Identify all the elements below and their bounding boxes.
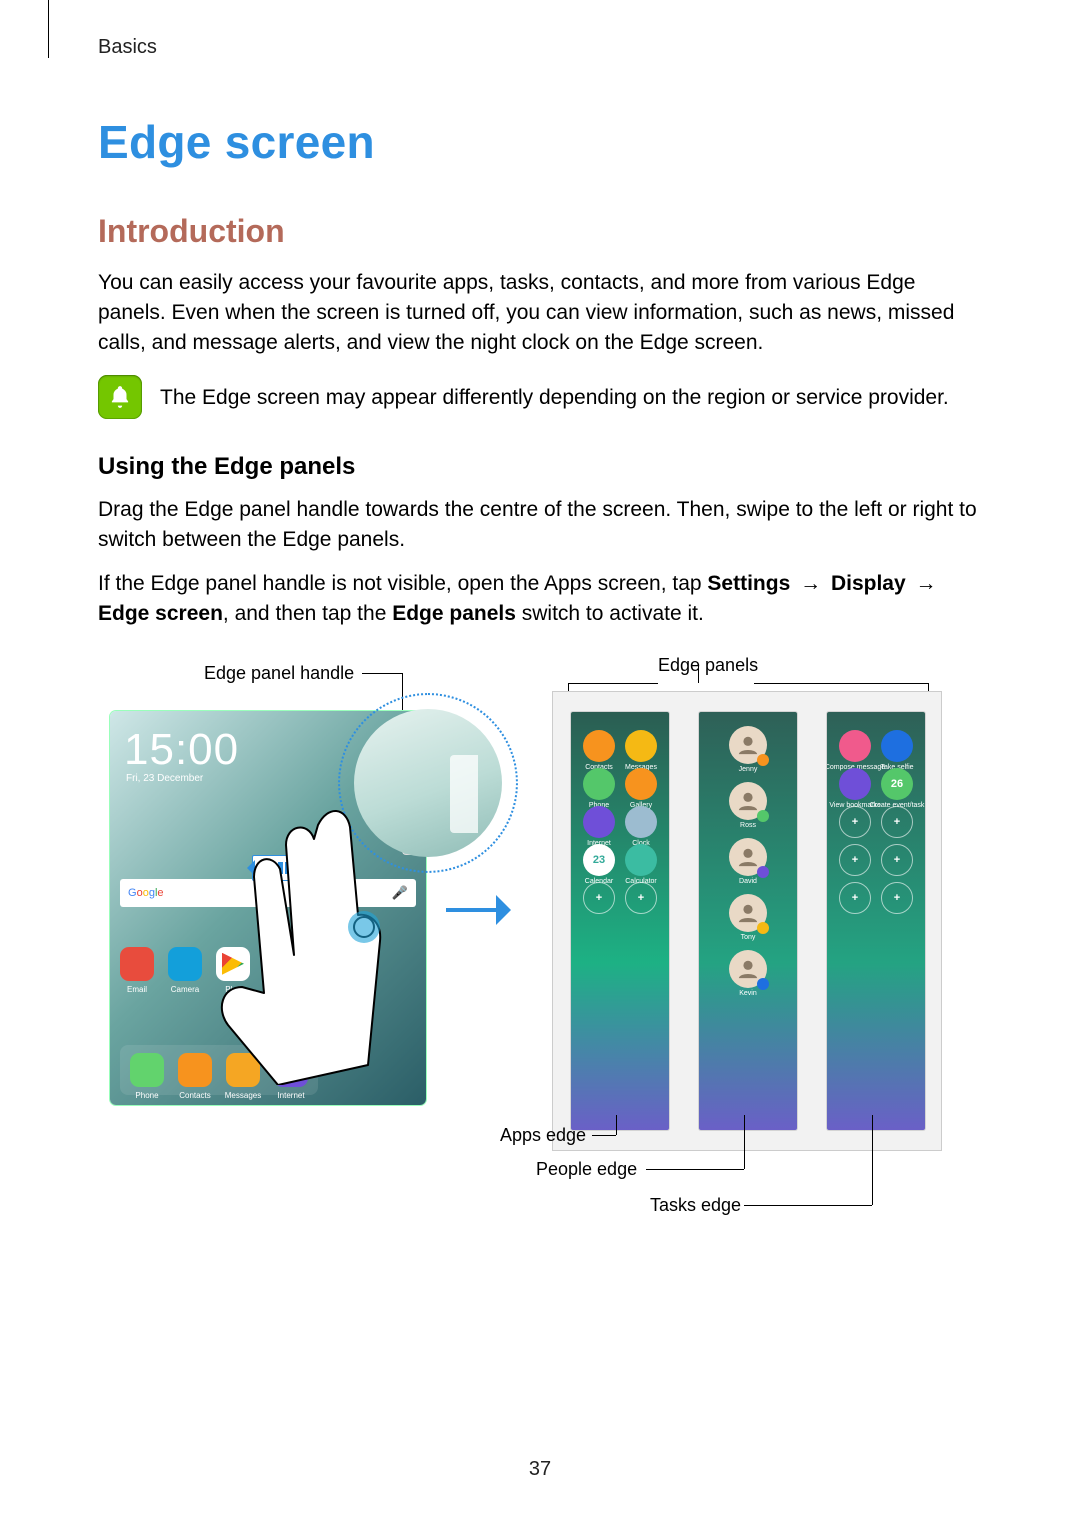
leader-line [744,1115,745,1169]
home-app-icon: Phone [130,1053,164,1087]
bell-icon [98,375,142,419]
phone-screenshot: 15:00 Fri, 23 December Google 🎤 Email Cam… [110,711,426,1105]
home-app-icon: Email [120,947,154,981]
nav-mid: , and then tap the [223,602,392,625]
page-content: Basics Edge screen Introduction You can … [0,0,1080,1225]
callout-edge-panels: Edge panels [658,655,758,676]
tasks-edge-panel: Compose message Take selfie View bookmarks… [827,712,925,1130]
page-number: 37 [0,1458,1080,1481]
panel-chip: View bookmarks [839,768,871,800]
leader-line [744,1205,872,1206]
note-block: The Edge screen may appear differently d… [98,375,982,419]
phone-clock: 15:00 [124,725,239,775]
nav-post: switch to activate it. [516,602,704,625]
panel-chip: + [583,882,615,914]
leader-line [592,1135,616,1136]
figure: Edge panel handle Edge panels 15:00 Fri,… [98,655,982,1225]
contact-avatar: Tony [729,894,767,932]
arrow-glyph: → [796,572,825,595]
page-indicator: ▢ ● • [247,1032,289,1043]
instruction-paragraph-1: Drag the Edge panel handle towards the c… [98,495,982,555]
panel-chip: + [881,844,913,876]
panel-chip: 26Create event/task [881,768,913,800]
arrow-right-icon [446,895,526,925]
nav-step-settings: Settings [707,572,790,595]
arrow-glyph: → [912,572,941,595]
chapter-label: Basics [98,36,982,59]
home-app-icon: Play [216,947,250,981]
corner-rule [48,0,49,58]
panel-chip: Clock [625,806,657,838]
nav-pre: If the Edge panel handle is not visible,… [98,572,707,595]
people-edge-panel: Jenny Ross David Tony Kevin [699,712,797,1130]
swipe-left-indicator [252,855,308,881]
panel-chip: + [881,882,913,914]
home-app-icon: Contacts [178,1053,212,1087]
nav-step-display: Display [831,572,906,595]
panel-chip: Calculator [625,844,657,876]
intro-paragraph: You can easily access your favourite app… [98,268,982,357]
home-app-row: Email Camera Play [120,947,250,981]
home-app-icon: Camera [168,947,202,981]
panel-chip: Internet [583,806,615,838]
weather-icon [378,735,406,763]
contact-avatar: David [729,838,767,876]
apps-edge-panel: Contacts Messages Phone Gallery Internet Cloc… [571,712,669,1130]
nav-step-edgepanels: Edge panels [392,602,516,625]
home-dock: Phone Contacts Messages Internet [120,1045,318,1095]
page-title: Edge screen [98,115,982,169]
callout-people-edge: People edge [536,1159,637,1180]
panel-chip: Compose message [839,730,871,762]
home-app-icon: Internet [274,1053,308,1087]
panels-container: Contacts Messages Phone Gallery Internet Cloc… [552,691,942,1151]
leader-line [362,673,402,674]
leader-line [698,665,699,683]
leader-line [754,683,928,684]
panel-chip: 23Calendar [583,844,615,876]
subsection-heading: Using the Edge panels [98,453,982,481]
note-text: The Edge screen may appear differently d… [160,375,949,413]
panel-chip: Gallery [625,768,657,800]
panel-chip: Phone [583,768,615,800]
contact-avatar: Jenny [729,726,767,764]
panel-chip: + [625,882,657,914]
home-app-icon: Messages [226,1053,260,1087]
panel-chip: + [839,806,871,838]
nav-step-edgescreen: Edge screen [98,602,223,625]
contact-avatar: Kevin [729,950,767,988]
panel-chip: Contacts [583,730,615,762]
panel-chip: + [881,806,913,838]
callout-edge-panel-handle: Edge panel handle [204,663,354,684]
panel-chip: Take selfie [881,730,913,762]
mic-icon: 🎤 [392,885,408,901]
section-heading: Introduction [98,213,982,250]
google-search-bar: Google 🎤 [120,879,416,907]
google-logo: Google [128,887,164,899]
panel-chip: Messages [625,730,657,762]
panel-chip: + [839,844,871,876]
leader-line [872,1115,873,1205]
leader-line [568,683,658,684]
leader-line [616,1115,617,1135]
phone-date: Fri, 23 December [126,773,203,784]
callout-apps-edge: Apps edge [500,1125,586,1146]
panel-chip: + [839,882,871,914]
magnified-handle [450,755,478,833]
callout-tasks-edge: Tasks edge [650,1195,741,1216]
leader-line [646,1169,744,1170]
instruction-paragraph-2: If the Edge panel handle is not visible,… [98,569,982,629]
leader-line [402,673,403,713]
contact-avatar: Ross [729,782,767,820]
